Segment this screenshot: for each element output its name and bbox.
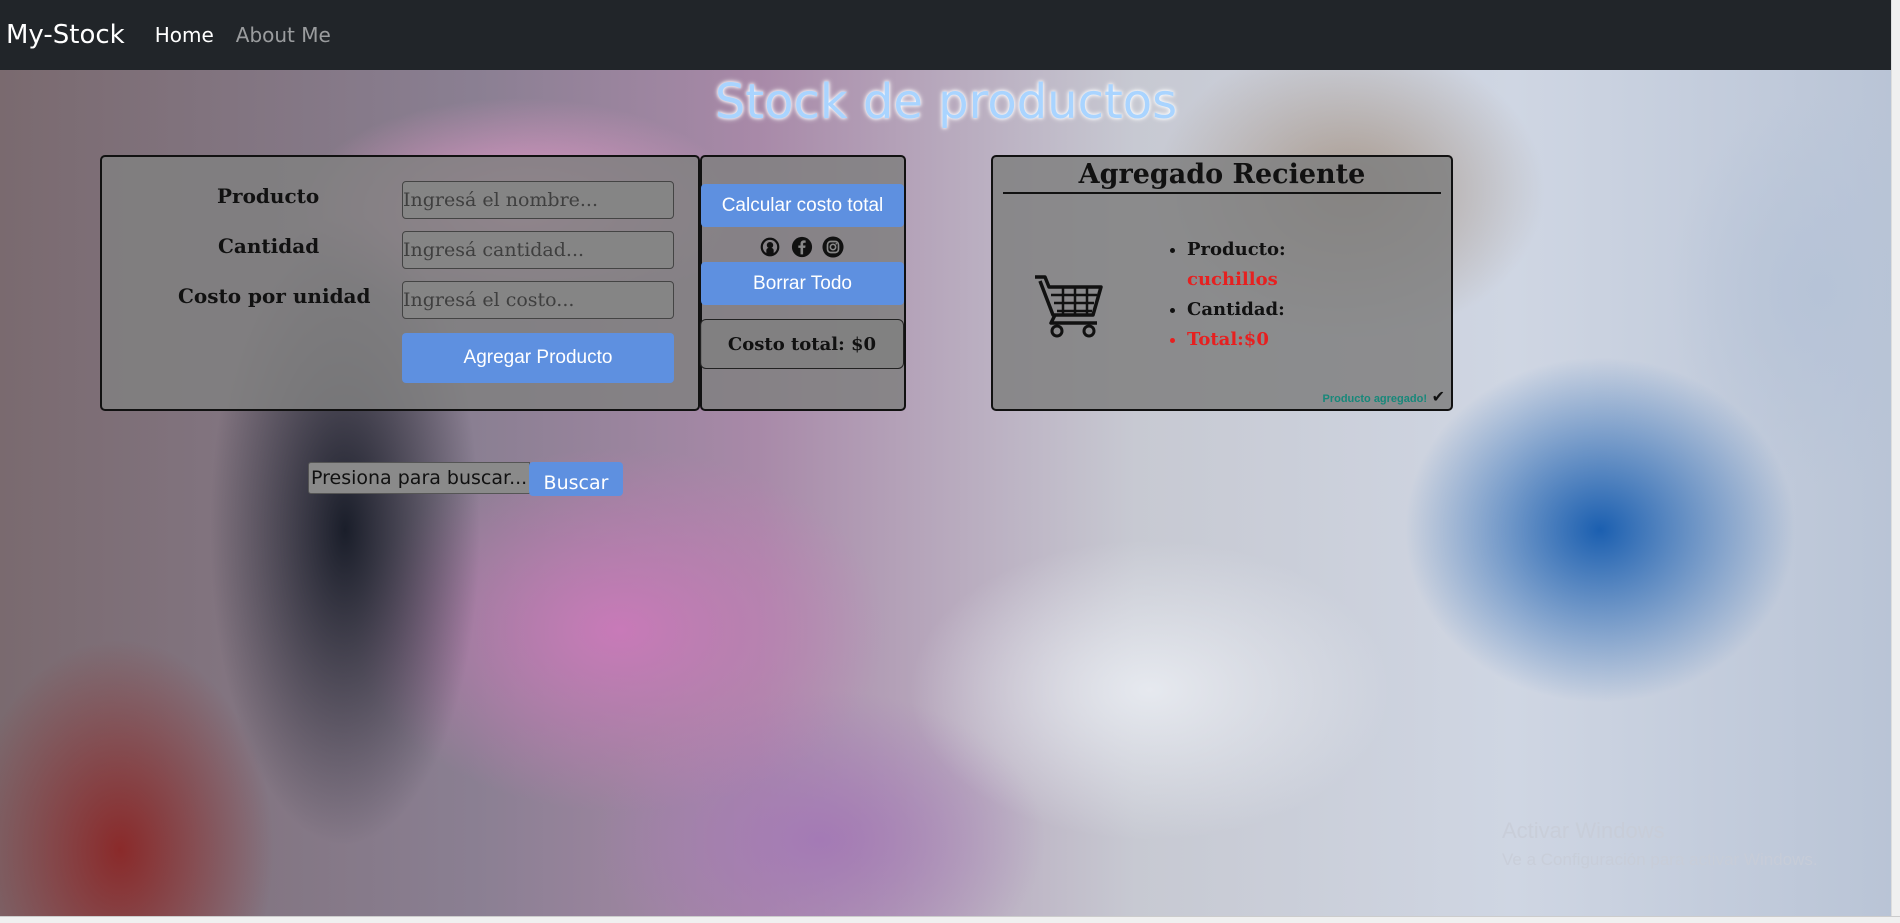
unit-cost-input[interactable] [402, 281, 674, 319]
facebook-icon[interactable] [791, 236, 813, 258]
search-button[interactable]: Buscar [529, 462, 623, 496]
list-item: Total:$0 [1187, 325, 1286, 355]
recent-added-title: Agregado Reciente [1003, 159, 1441, 194]
producto-value: cuchillos [1187, 269, 1278, 290]
list-item: Producto: cuchillos [1187, 235, 1286, 295]
windows-activation-subtitle: Ve a Configuración para activar Windows. [1502, 850, 1818, 869]
calculate-total-button[interactable]: Calcular costo total [701, 184, 904, 227]
page-title: Stock de productos [714, 74, 1178, 130]
quantity-input[interactable] [402, 231, 674, 269]
clear-all-button[interactable]: Borrar Todo [701, 262, 904, 305]
status-message: Producto agregado! [1322, 393, 1427, 405]
search-input[interactable] [308, 462, 530, 494]
github-icon[interactable] [759, 236, 781, 258]
total-value: Total:$0 [1187, 329, 1269, 350]
cantidad-label: Cantidad [218, 234, 320, 258]
windows-activation-title: Activar Windows [1502, 818, 1665, 843]
instagram-icon[interactable] [822, 236, 844, 258]
shopping-cart-icon [1035, 275, 1103, 338]
product-name-input[interactable] [402, 181, 674, 219]
producto-label: Producto [217, 184, 320, 208]
list-item: Cantidad: [1187, 295, 1286, 325]
nav-link-about-me[interactable]: About Me [236, 23, 331, 47]
recent-added-list: Producto: cuchillos Cantidad: Total:$0 [1163, 235, 1286, 355]
checkmark-icon: ✔ [1431, 389, 1445, 406]
producto-label: Producto: [1187, 239, 1286, 260]
nav-link-home[interactable]: Home [155, 23, 214, 47]
page-scrollbar[interactable] [1891, 0, 1900, 922]
recent-added-panel: Agregado Reciente Producto: cuchillos Ca… [991, 155, 1453, 411]
brand-logo[interactable]: My-Stock [6, 20, 125, 50]
add-product-button[interactable]: Agregar Producto [402, 333, 674, 383]
total-cost-display: Costo total: $0 [700, 319, 904, 369]
cantidad-label: Cantidad: [1187, 299, 1285, 320]
costo-label: Costo por unidad [178, 284, 371, 308]
navbar: My-Stock Home About Me [0, 0, 1900, 70]
